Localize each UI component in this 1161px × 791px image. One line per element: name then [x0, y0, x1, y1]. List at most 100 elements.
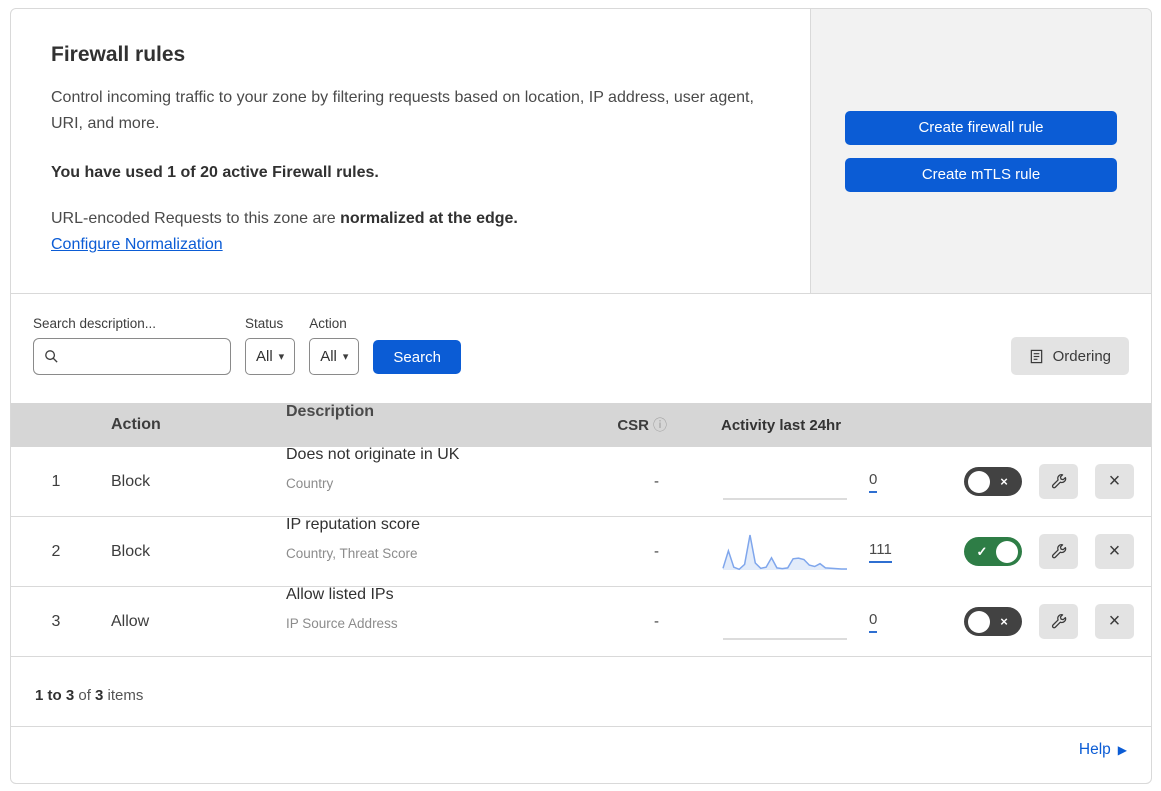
- close-icon: ×: [1108, 610, 1121, 632]
- help-link[interactable]: Help ▶: [1079, 741, 1127, 759]
- rule-enabled-toggle[interactable]: ✓ ×: [964, 537, 1022, 566]
- rule-csr-value: -: [654, 613, 659, 630]
- table-row: 3 Allow Allow listed IPs IP Source Addre…: [11, 586, 1151, 657]
- usage-summary: You have used 1 of 20 active Firewall ru…: [51, 163, 379, 181]
- action-column-header: Action: [111, 416, 161, 433]
- create-firewall-rule-button[interactable]: Create firewall rule: [845, 110, 1117, 145]
- rule-description: Allow listed IPs IP Source Address: [276, 582, 586, 635]
- help-label: Help: [1078, 740, 1111, 758]
- status-dropdown[interactable]: All ▾: [245, 338, 296, 375]
- filter-bar: Search description... Status All ▾ Actio…: [11, 294, 1151, 403]
- configure-normalization-link[interactable]: Configure Normalization: [51, 236, 223, 253]
- edit-rule-button[interactable]: [1039, 464, 1078, 499]
- rule-activity-cell: 111: [681, 531, 931, 573]
- description-column-header: Description: [286, 402, 375, 420]
- rule-action: Allow: [111, 612, 150, 630]
- rule-index: 3: [51, 612, 61, 630]
- search-button[interactable]: Search: [373, 340, 461, 374]
- action-label: Action: [309, 316, 347, 331]
- rule-title: IP reputation score: [286, 516, 421, 534]
- toggle-knob: [968, 610, 990, 633]
- table-row: 1 Block Does not originate in UK Country…: [11, 446, 1151, 517]
- rule-enabled-toggle[interactable]: ✓ ×: [964, 607, 1022, 636]
- activity-column-header: Activity last 24hr: [721, 416, 842, 434]
- rule-index: 1: [51, 472, 61, 490]
- search-box[interactable]: [33, 338, 231, 375]
- toggle-knob: [996, 540, 1018, 563]
- rule-action: Block: [111, 542, 151, 560]
- arrow-right-icon: ▶: [1117, 742, 1127, 757]
- rule-index: 2: [51, 542, 61, 560]
- page-title: Firewall rules: [51, 43, 186, 66]
- rule-csr-value: -: [654, 473, 659, 490]
- csr-column-header: CSR ⓘ: [586, 415, 681, 435]
- rule-controls: ✓ × ×: [931, 534, 1151, 569]
- create-mtls-rule-button[interactable]: Create mTLS rule: [845, 157, 1117, 192]
- rule-title: Allow listed IPs: [286, 586, 394, 604]
- normalization-bold: normalized at the edge.: [340, 209, 518, 227]
- rule-activity-cell: 0: [681, 461, 931, 503]
- x-icon: ×: [1000, 614, 1008, 629]
- ordering-button[interactable]: Ordering: [1010, 337, 1129, 375]
- rule-description: Does not originate in UK Country: [276, 442, 586, 495]
- normalization-text: URL-encoded Requests to this zone are: [51, 209, 341, 227]
- pagination-summary: 1 to 3 of 3 items: [11, 657, 1151, 727]
- wrench-icon: [1050, 543, 1068, 561]
- search-label: Search description...: [33, 316, 157, 331]
- activity-sparkline: [722, 534, 847, 570]
- normalization-note: URL-encoded Requests to this zone are no…: [51, 210, 770, 228]
- activity-count-link[interactable]: 0: [869, 611, 878, 633]
- of-text: of: [74, 687, 96, 704]
- rule-action: Block: [111, 472, 151, 490]
- table-row: 2 Block IP reputation score Country, Thr…: [11, 516, 1151, 587]
- search-icon: [44, 349, 59, 364]
- header-text-area: Firewall rules Control incoming traffic …: [11, 9, 811, 293]
- search-group: Search description...: [33, 316, 231, 375]
- activity-count-link[interactable]: 0: [869, 471, 878, 493]
- rule-csr-value: -: [654, 543, 659, 560]
- info-icon[interactable]: ⓘ: [653, 417, 667, 433]
- wrench-icon: [1050, 473, 1068, 491]
- activity-count-link[interactable]: 111: [869, 541, 892, 563]
- chevron-down-icon: ▾: [278, 351, 285, 363]
- activity-sparkline: [723, 637, 847, 640]
- rule-subtitle: IP Source Address: [286, 615, 398, 631]
- action-filter-group: Action All ▾: [309, 316, 360, 375]
- edit-rule-button[interactable]: [1039, 604, 1078, 639]
- rule-subtitle: Country, Threat Score: [286, 545, 418, 561]
- page-header: Firewall rules Control incoming traffic …: [11, 9, 1151, 294]
- rule-title: Does not originate in UK: [286, 446, 460, 464]
- ordering-label: Ordering: [1052, 347, 1111, 365]
- rule-description: IP reputation score Country, Threat Scor…: [276, 512, 586, 565]
- ordering-list-icon: [1029, 349, 1044, 364]
- help-bar: Help ▶: [11, 727, 1151, 772]
- delete-rule-button[interactable]: ×: [1095, 604, 1134, 639]
- status-label: Status: [245, 316, 284, 331]
- csr-header-label: CSR: [617, 417, 649, 434]
- firewall-rules-card: Firewall rules Control incoming traffic …: [10, 8, 1152, 784]
- actions-panel: Create firewall rule Create mTLS rule: [811, 9, 1151, 293]
- close-icon: ×: [1108, 540, 1121, 562]
- edit-rule-button[interactable]: [1039, 534, 1078, 569]
- status-value: All: [256, 348, 273, 365]
- check-icon: ✓: [976, 543, 988, 559]
- toggle-knob: [968, 470, 990, 493]
- rule-controls: ✓ × ×: [931, 604, 1151, 639]
- rule-activity-cell: 0: [681, 601, 931, 643]
- close-icon: ×: [1108, 470, 1121, 492]
- wrench-icon: [1050, 613, 1068, 631]
- items-text: items: [103, 687, 144, 704]
- search-input[interactable]: [65, 348, 220, 365]
- range-text: 1 to 3: [35, 687, 75, 704]
- table-body: 1 Block Does not originate in UK Country…: [11, 446, 1151, 657]
- chevron-down-icon: ▾: [342, 351, 349, 363]
- delete-rule-button[interactable]: ×: [1095, 464, 1134, 499]
- rule-enabled-toggle[interactable]: ✓ ×: [964, 467, 1022, 496]
- page-description: Control incoming traffic to your zone by…: [51, 89, 754, 133]
- rule-controls: ✓ × ×: [931, 464, 1151, 499]
- action-value: All: [320, 348, 337, 365]
- x-icon: ×: [1000, 474, 1008, 489]
- action-dropdown[interactable]: All ▾: [309, 338, 360, 375]
- table-header: Action Description CSR ⓘ Activity last 24…: [11, 403, 1151, 447]
- delete-rule-button[interactable]: ×: [1095, 534, 1134, 569]
